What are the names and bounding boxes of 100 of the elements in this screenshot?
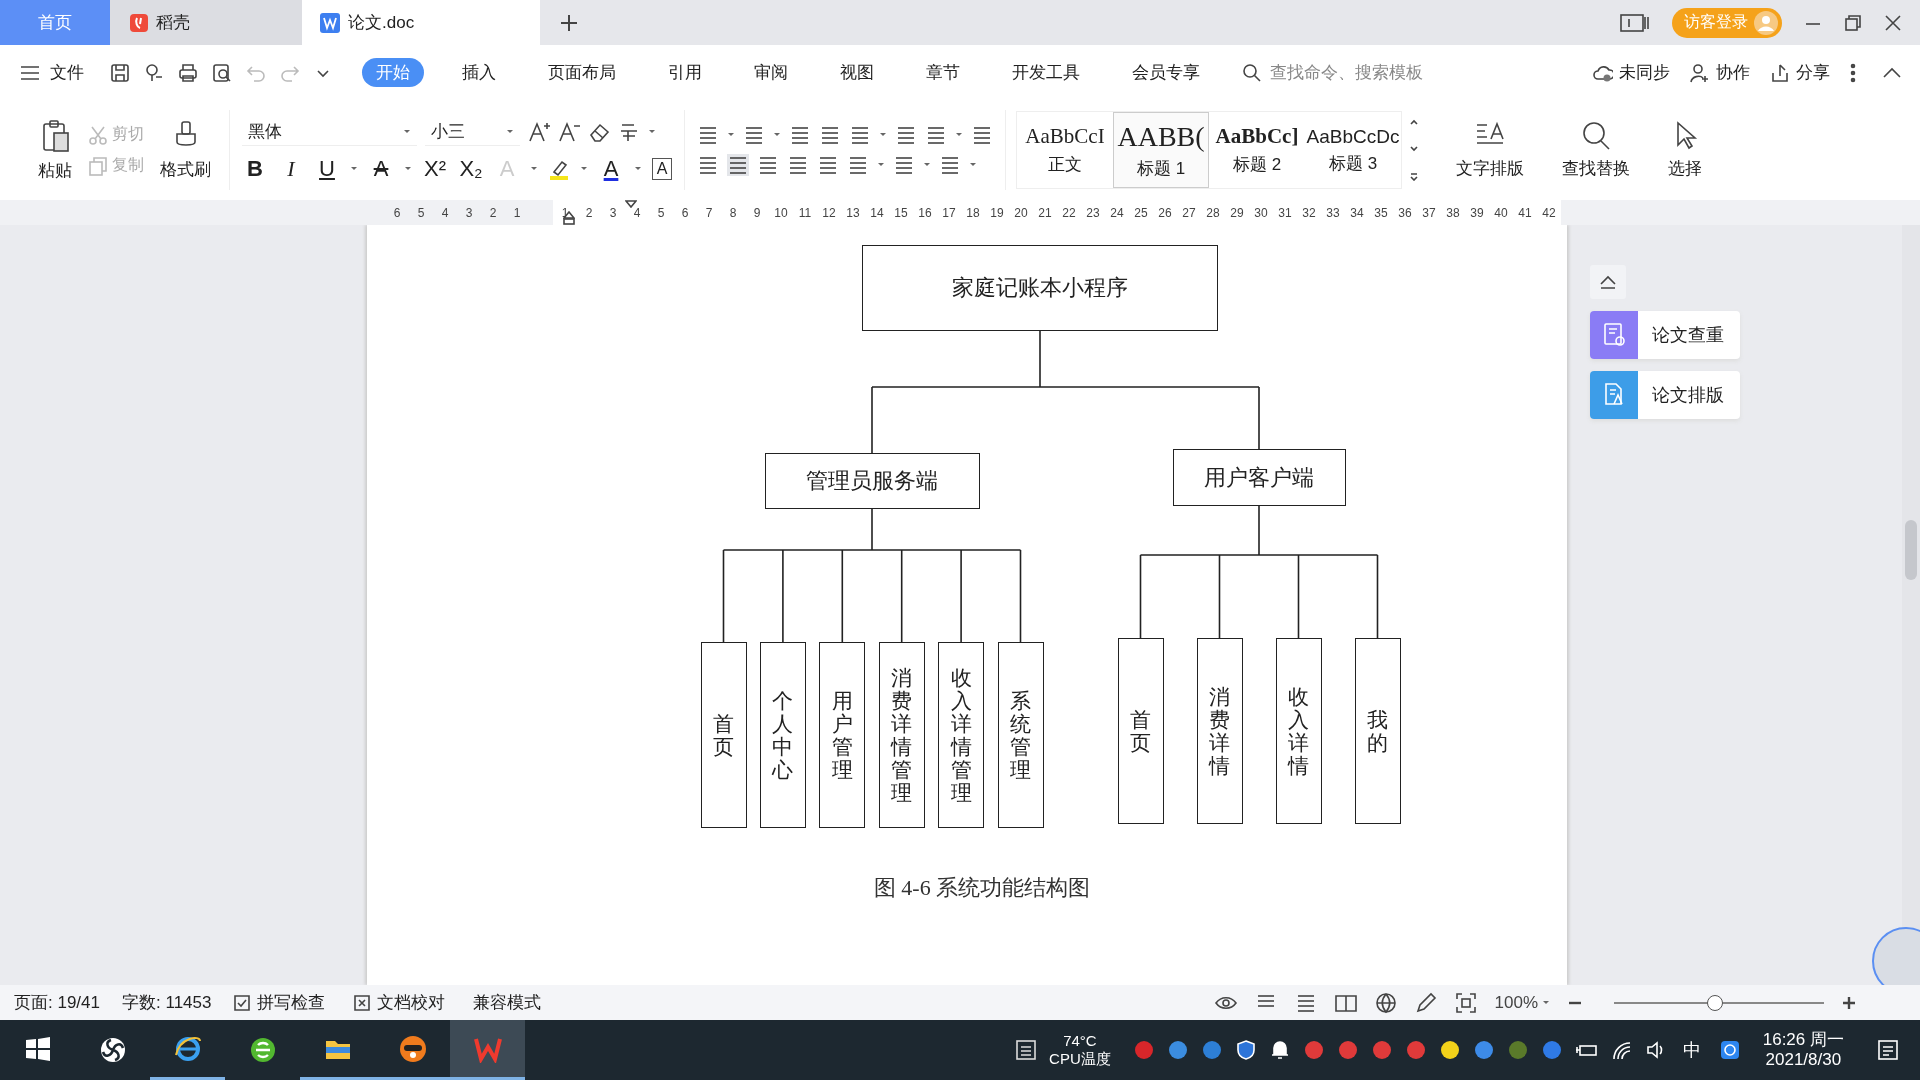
browser-icon[interactable] [248, 1036, 277, 1064]
menu-tab[interactable]: 引用 [654, 58, 716, 87]
format-painter-button[interactable]: 格式刷 [154, 119, 217, 181]
caret-icon[interactable] [530, 166, 538, 172]
slider-thumb[interactable] [1706, 994, 1723, 1011]
style-preset[interactable]: AaBbCcDc 标题 3 [1305, 112, 1401, 188]
menu-tab[interactable]: 视图 [826, 58, 888, 87]
menu-tab[interactable]: 插入 [448, 58, 510, 87]
spell-check-button[interactable]: 拼写检查 [233, 991, 326, 1014]
justify-icon[interactable] [787, 154, 809, 176]
ruler-number: 1 [512, 205, 522, 220]
document-logo-icon [320, 12, 340, 33]
font-name-dropdown[interactable]: 黑体 [242, 118, 417, 146]
clock-time[interactable]: 16:26 周一 [1762, 1029, 1844, 1050]
proofread-button[interactable]: 文档校对 [353, 991, 446, 1014]
fit-screen-icon[interactable] [1454, 991, 1477, 1014]
tool-button[interactable]: 文字排版 [1450, 120, 1530, 180]
ruler-number: 11 [797, 205, 813, 220]
copy-icon [88, 155, 108, 176]
zoom-dropdown[interactable]: 100% [1494, 992, 1550, 1013]
caret-icon[interactable] [404, 166, 412, 172]
start-icon[interactable] [23, 1036, 52, 1064]
caret-icon[interactable] [1542, 999, 1550, 1006]
font-size-dropdown[interactable]: 小三 [425, 118, 520, 146]
caret-icon[interactable] [955, 132, 963, 138]
menu-tab[interactable]: 审阅 [740, 58, 802, 87]
globe-icon[interactable] [1374, 991, 1397, 1014]
more-icon[interactable] [1850, 62, 1856, 83]
pinwheel-icon[interactable] [98, 1036, 127, 1064]
scrollbar-thumb[interactable] [1905, 520, 1917, 580]
toolbar-button[interactable]: 分享 [1770, 61, 1830, 84]
pen-icon[interactable] [1414, 991, 1437, 1014]
toolbar-button[interactable]: 协作 [1690, 61, 1750, 84]
window-layout-icon[interactable] [1620, 12, 1650, 33]
menu-tab[interactable]: 章节 [912, 58, 974, 87]
search-icon [1242, 62, 1262, 83]
tab[interactable]: 论文.doc [302, 0, 540, 45]
toolbar-button[interactable]: 未同步 [1593, 61, 1670, 84]
collapse-panel-button[interactable] [1590, 265, 1626, 299]
clock-date[interactable]: 2021/8/30 [1765, 1050, 1842, 1071]
add-tab-icon[interactable] [560, 13, 578, 32]
notification-icon[interactable] [1876, 1038, 1900, 1062]
ruler-number: 4 [632, 205, 642, 220]
bold-button[interactable]: B [242, 156, 268, 182]
wifi-icon[interactable] [1610, 1039, 1633, 1061]
side-panel-button[interactable]: 论文排版 [1590, 371, 1740, 419]
font-color-button[interactable]: A [598, 156, 624, 182]
underline-button[interactable]: U [314, 156, 340, 182]
input-method-indicator[interactable]: 中 [1682, 1038, 1701, 1062]
tool-button[interactable]: 查找替换 [1556, 120, 1636, 180]
expand-gallery-icon[interactable] [1410, 173, 1418, 181]
scroll-down-icon[interactable] [1410, 146, 1418, 152]
tool-button[interactable]: 选择 [1662, 120, 1708, 180]
superscript-button[interactable]: X² [422, 156, 448, 182]
paste-button[interactable]: 粘贴 [32, 118, 78, 182]
menu-tab[interactable]: 会员专享 [1118, 58, 1214, 87]
side-panel-button[interactable]: 论文查重 [1590, 311, 1740, 359]
restore-icon[interactable] [1844, 13, 1862, 32]
italic-button[interactable]: I [278, 156, 304, 182]
close-icon[interactable] [1884, 13, 1902, 32]
eraser-icon[interactable] [588, 121, 610, 143]
shrink-font-icon[interactable] [558, 121, 580, 143]
zoom-in-icon[interactable] [1842, 995, 1856, 1010]
menu-tab[interactable]: 开发工具 [998, 58, 1094, 87]
ruler-number: 12 [821, 205, 837, 220]
highlighter-icon[interactable] [548, 158, 570, 180]
shield-icon[interactable] [1234, 1039, 1257, 1061]
caret-icon[interactable] [773, 132, 781, 138]
ruler-number: 4 [440, 205, 450, 220]
caret-icon[interactable] [648, 129, 656, 135]
caret-icon[interactable] [923, 162, 931, 168]
strikethrough-button[interactable]: A [368, 156, 394, 182]
app-q-icon[interactable] [1718, 1039, 1741, 1061]
caret-icon[interactable] [877, 162, 885, 168]
tab[interactable]: 稻壳 [110, 0, 302, 45]
diagram-node: 管理员服务端 [764, 453, 980, 509]
caret-icon[interactable] [350, 166, 358, 172]
search-field[interactable]: 查找命令、搜索模板 [1242, 61, 1482, 84]
menu-tab[interactable]: 页面布局 [534, 58, 630, 87]
browser-e-icon[interactable] [173, 1034, 202, 1063]
print-icon[interactable] [178, 62, 198, 83]
print-preview-icon[interactable] [212, 62, 232, 83]
caret-icon[interactable] [506, 128, 514, 135]
save-icon[interactable] [110, 62, 130, 83]
caret-icon[interactable] [879, 132, 887, 138]
volume-icon[interactable] [1644, 1039, 1665, 1061]
scroll-up-icon[interactable] [1410, 119, 1418, 125]
character-border-button[interactable]: A [652, 158, 672, 180]
caret-icon[interactable] [727, 132, 735, 138]
caret-icon[interactable] [403, 128, 411, 135]
align-center-icon[interactable] [727, 154, 749, 176]
style-preset[interactable]: AaBbCc] 标题 2 [1209, 112, 1305, 188]
caret-icon[interactable] [580, 166, 588, 172]
file-menu[interactable]: 文件 [20, 61, 84, 84]
style-preset[interactable]: AABB( 标题 1 [1113, 112, 1209, 188]
grow-font-icon[interactable] [528, 121, 550, 143]
subscript-button[interactable]: X₂ [458, 156, 484, 182]
caret-icon[interactable] [634, 166, 642, 172]
style-preset[interactable]: AaBbCcI 正文 [1017, 112, 1113, 188]
caret-icon[interactable] [969, 162, 977, 168]
